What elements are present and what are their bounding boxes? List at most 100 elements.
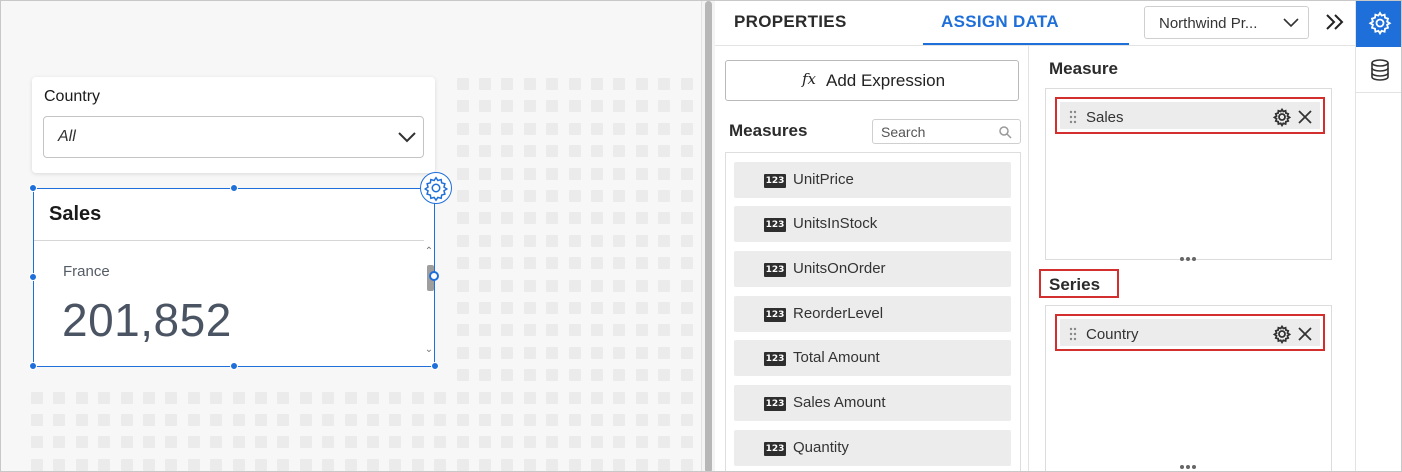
series-section-title: Series: [1049, 275, 1101, 294]
resize-handle[interactable]: [429, 271, 439, 281]
grid-cell: [635, 302, 648, 314]
grid-cell: [591, 324, 603, 337]
chevrons-right-icon[interactable]: [1323, 10, 1347, 34]
gear-icon[interactable]: [1272, 107, 1292, 127]
grid-cell: [143, 414, 155, 426]
grid-cell: [501, 369, 514, 382]
grid-cell: [568, 346, 581, 359]
search-input[interactable]: Search: [872, 119, 1021, 144]
grid-cell: [277, 414, 290, 426]
panel-splitter[interactable]: [701, 1, 715, 471]
sales-card-widget[interactable]: Sales France 201,852 ⌃ ⌄: [33, 188, 435, 367]
grid-cell: [680, 212, 693, 225]
tab-assign-data[interactable]: ASSIGN DATA: [941, 12, 1059, 56]
resize-handle[interactable]: [29, 362, 37, 370]
grid-cell: [568, 257, 581, 270]
grid-cell: [680, 279, 693, 292]
grid-cell: [591, 100, 603, 113]
grid-cell: [367, 458, 379, 471]
grid-cell: [322, 414, 335, 426]
widget-settings-button[interactable]: [420, 172, 452, 204]
list-item[interactable]: 123 UnitsInStock: [734, 206, 1011, 242]
grid-cell: [680, 167, 693, 180]
grid-cell: [591, 212, 603, 225]
list-item[interactable]: 123 Quantity: [734, 430, 1011, 466]
grid-cell: [501, 257, 514, 270]
grid-cell: [635, 279, 648, 292]
measure-drop-zone[interactable]: Sales: [1045, 88, 1332, 260]
country-filter-widget[interactable]: Country All: [32, 77, 435, 173]
grid-cell: [613, 369, 626, 382]
add-expression-button[interactable]: fx Add Expression: [725, 60, 1019, 101]
series-field-pill[interactable]: Country: [1055, 314, 1325, 351]
list-item[interactable]: 123 ReorderLevel: [734, 296, 1011, 332]
list-item[interactable]: 123 Sales Amount: [734, 385, 1011, 421]
grid-cell: [501, 302, 514, 314]
widget-category-label: France: [63, 263, 110, 280]
splitter-handle[interactable]: [705, 1, 712, 471]
grid-cell: [635, 436, 648, 449]
resize-handle[interactable]: [230, 362, 238, 370]
grid-cell: [568, 436, 581, 449]
grid-cell: [501, 324, 514, 337]
grid-cell: [568, 190, 581, 202]
grid-cell: [658, 458, 671, 471]
grid-cell: [53, 458, 66, 471]
datasource-dropdown[interactable]: Northwind Pr...: [1144, 6, 1309, 39]
scroll-up-arrow[interactable]: ⌃: [424, 246, 434, 257]
gear-icon[interactable]: [1272, 324, 1292, 344]
grid-cell: [635, 391, 648, 404]
list-item[interactable]: 123 UnitsOnOrder: [734, 251, 1011, 287]
grid-cell: [187, 414, 200, 426]
datasource-value: Northwind Pr...: [1159, 15, 1258, 32]
more-dots-icon[interactable]: [1176, 255, 1200, 263]
data-rail-button[interactable]: [1356, 47, 1401, 93]
list-item[interactable]: 123 UnitPrice: [734, 162, 1011, 198]
grid-cell: [635, 190, 648, 202]
pill-body: Country: [1060, 319, 1320, 346]
grid-cell: [434, 391, 447, 404]
more-dots-icon[interactable]: [1176, 463, 1200, 471]
country-dropdown[interactable]: All: [43, 116, 424, 158]
close-icon[interactable]: [1296, 325, 1314, 343]
grid-cell: [456, 369, 469, 382]
grid-cell: [411, 391, 424, 404]
measure-field-pill[interactable]: Sales: [1055, 97, 1325, 134]
grid-cell: [591, 436, 603, 449]
database-icon: [1371, 59, 1389, 81]
grid-cell: [523, 324, 536, 337]
grid-cell: [367, 414, 379, 426]
properties-rail-button[interactable]: [1356, 1, 1401, 47]
grid-cell: [389, 458, 402, 471]
series-drop-zone[interactable]: Country: [1045, 305, 1332, 471]
scroll-down-arrow[interactable]: ⌄: [424, 344, 434, 355]
drag-handle-icon[interactable]: [1069, 327, 1077, 341]
tab-properties[interactable]: PROPERTIES: [734, 12, 847, 56]
grid-cell: [456, 346, 469, 359]
list-item[interactable]: 123 Total Amount: [734, 340, 1011, 376]
grid-cell: [75, 391, 88, 404]
resize-handle[interactable]: [29, 184, 37, 192]
grid-cell: [635, 234, 648, 247]
grid-cell: [501, 122, 514, 135]
grid-cell: [680, 257, 693, 270]
grid-cell: [523, 190, 536, 202]
resize-handle[interactable]: [431, 362, 439, 370]
close-icon[interactable]: [1296, 108, 1314, 126]
pill-body: Sales: [1060, 102, 1320, 129]
grid-cell: [635, 324, 648, 337]
grid-cell: [120, 458, 133, 471]
resize-handle[interactable]: [230, 184, 238, 192]
grid-cell: [568, 414, 581, 426]
grid-cell: [680, 145, 693, 158]
grid-cell: [546, 78, 559, 90]
grid-cell: [143, 458, 155, 471]
grid-cell: [53, 414, 66, 426]
grid-cell: [344, 436, 357, 449]
grid-cell: [322, 391, 335, 404]
grid-cell: [501, 391, 514, 404]
grid-cell: [568, 391, 581, 404]
drag-handle-icon[interactable]: [1069, 110, 1077, 124]
resize-handle[interactable]: [29, 273, 37, 281]
grid-cell: [546, 122, 559, 135]
